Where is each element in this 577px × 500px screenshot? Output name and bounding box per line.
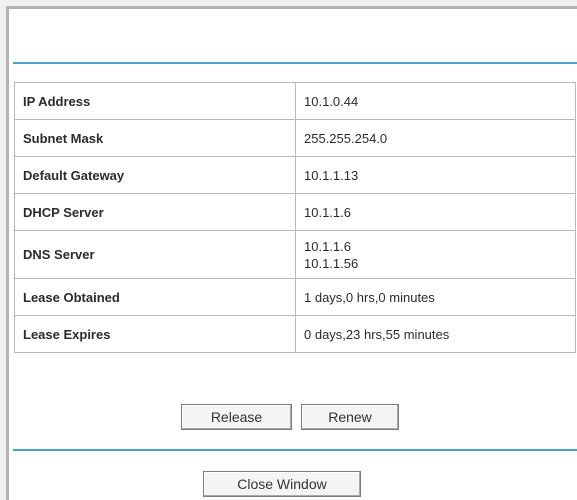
table-row: DHCP Server 10.1.1.6 <box>14 193 576 231</box>
table-row: IP Address 10.1.0.44 <box>14 82 576 120</box>
dhcp-server-label: DHCP Server <box>14 193 296 231</box>
table-row: Default Gateway 10.1.1.13 <box>14 156 576 194</box>
table-row: Subnet Mask 255.255.254.0 <box>14 119 576 157</box>
header-divider <box>13 62 577 64</box>
dhcp-server-value: 10.1.1.6 <box>295 193 576 231</box>
table-row: DNS Server 10.1.1.6 10.1.1.56 <box>14 230 576 279</box>
default-gateway-value: 10.1.1.13 <box>295 156 576 194</box>
dns-server-secondary: 10.1.1.56 <box>304 255 359 271</box>
lease-expires-label: Lease Expires <box>14 315 296 353</box>
dns-server-primary: 10.1.1.6 <box>304 238 351 254</box>
lease-obtained-label: Lease Obtained <box>14 278 296 316</box>
lease-obtained-value: 1 days,0 hrs,0 minutes <box>295 278 576 316</box>
connection-status-window: IP Address 10.1.0.44 Subnet Mask 255.255… <box>6 6 577 500</box>
lease-expires-value: 0 days,23 hrs,55 minutes <box>295 315 576 353</box>
renew-button[interactable]: Renew <box>301 404 399 430</box>
close-window-button[interactable]: Close Window <box>203 471 361 497</box>
subnet-mask-value: 255.255.254.0 <box>295 119 576 157</box>
release-button[interactable]: Release <box>181 404 292 430</box>
table-row: Lease Obtained 1 days,0 hrs,0 minutes <box>14 278 576 316</box>
dns-server-label: DNS Server <box>14 230 296 279</box>
default-gateway-label: Default Gateway <box>14 156 296 194</box>
table-row: Lease Expires 0 days,23 hrs,55 minutes <box>14 315 576 353</box>
dns-server-values: 10.1.1.6 10.1.1.56 <box>295 230 576 279</box>
ip-address-label: IP Address <box>14 82 296 120</box>
ip-address-value: 10.1.0.44 <box>295 82 576 120</box>
subnet-mask-label: Subnet Mask <box>14 119 296 157</box>
footer-divider <box>13 449 577 451</box>
connection-status-table: IP Address 10.1.0.44 Subnet Mask 255.255… <box>14 82 576 353</box>
